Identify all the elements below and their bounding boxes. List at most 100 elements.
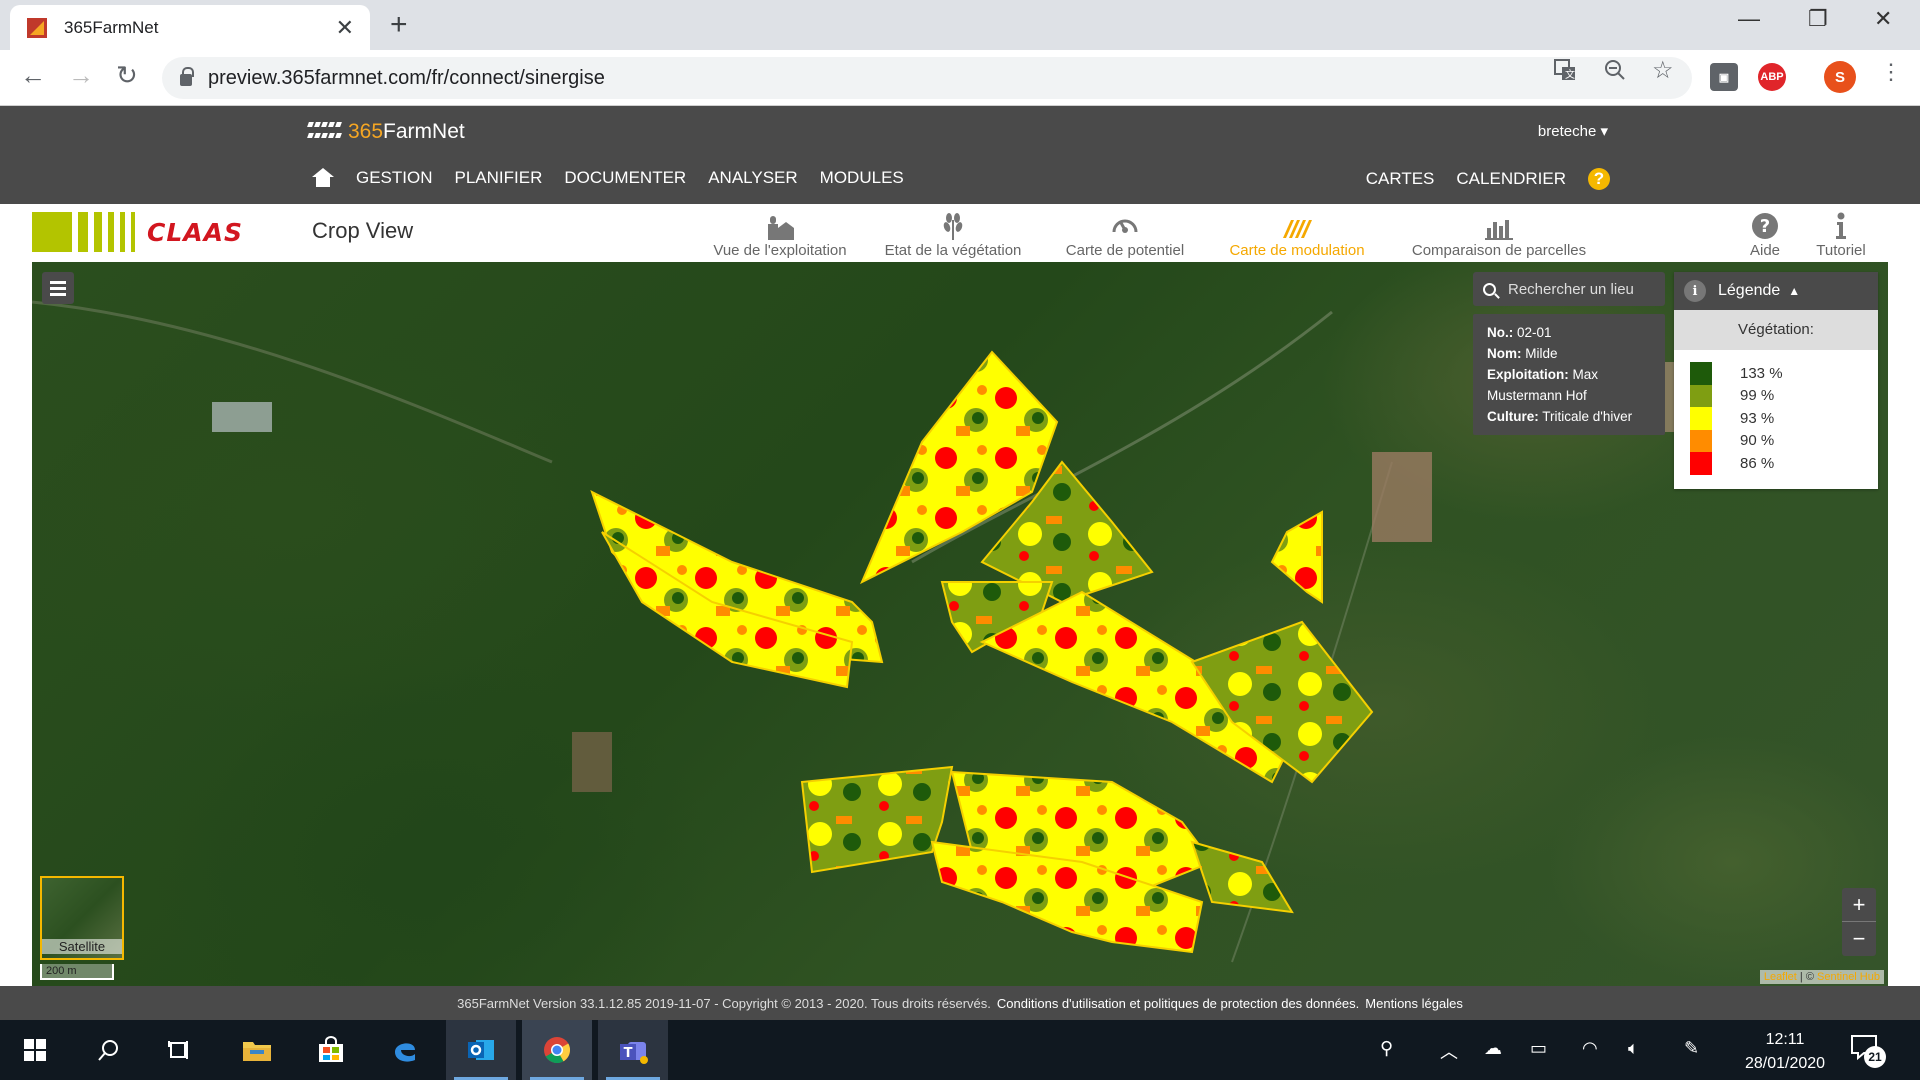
- lock-icon: [180, 67, 194, 86]
- field-info-popup: No.: 02-01 Nom: Milde Exploitation: Max …: [1473, 314, 1665, 435]
- nav-analyser[interactable]: ANALYSER: [708, 168, 797, 188]
- legend-swatch: [1690, 407, 1712, 430]
- nav-documenter[interactable]: DOCUMENTER: [564, 168, 686, 188]
- windows-start-icon[interactable]: [0, 1020, 70, 1080]
- adblock-icon[interactable]: ABP: [1758, 63, 1786, 91]
- tool-carte-potentiel[interactable]: Carte de potentiel: [1060, 210, 1190, 259]
- map-attribution: Leaflet | © Sentinel Hub: [1759, 970, 1884, 984]
- legend-panel: i Légende ▲ Végétation: 133 % 99 % 93 % …: [1674, 272, 1878, 489]
- nav-modules[interactable]: MODULES: [820, 168, 904, 188]
- nav-planifier[interactable]: PLANIFIER: [455, 168, 543, 188]
- layers-menu-icon[interactable]: [42, 272, 74, 304]
- cropview-toolbar: CLAAS Crop View Vue de l'exploitation Et…: [0, 204, 1920, 262]
- people-icon[interactable]: ⚲: [1380, 1038, 1393, 1059]
- notification-center-icon[interactable]: 21: [1850, 1034, 1886, 1068]
- legend-swatch: [1690, 362, 1712, 385]
- taskbar-clock[interactable]: 12:11 28/01/2020: [1730, 1028, 1840, 1076]
- sentinel-link[interactable]: Sentinel Hub: [1817, 971, 1880, 983]
- mentions-link[interactable]: Mentions légales: [1365, 996, 1463, 1011]
- page-title: Crop View: [312, 218, 414, 243]
- right-nav: CARTES CALENDRIER ?: [1366, 168, 1610, 190]
- minimize-icon[interactable]: —: [1738, 6, 1760, 32]
- info-icon: [1810, 210, 1872, 240]
- legend-swatch: [1690, 452, 1712, 475]
- new-tab-icon[interactable]: +: [390, 8, 408, 42]
- tray-chevron-icon[interactable]: ︿: [1440, 1038, 1458, 1064]
- notification-count: 21: [1864, 1046, 1886, 1068]
- leaflet-link[interactable]: Leaflet: [1764, 971, 1797, 983]
- tool-comparaison-parcelles[interactable]: Comparaison de parcelles: [1404, 210, 1594, 259]
- bookmark-star-icon[interactable]: ☆: [1652, 56, 1674, 85]
- chevron-up-icon: ▲: [1788, 284, 1801, 298]
- search-taskbar-icon[interactable]: [74, 1020, 144, 1080]
- file-explorer-icon[interactable]: [222, 1020, 292, 1080]
- chrome-icon[interactable]: [522, 1020, 592, 1080]
- aide-button[interactable]: ? Aide: [1740, 210, 1790, 259]
- tab-close-icon[interactable]: ✕: [336, 15, 354, 41]
- place-search-input[interactable]: [1508, 280, 1658, 298]
- restore-icon[interactable]: ❐: [1808, 6, 1828, 32]
- farmnet-logo[interactable]: 365 FarmNet: [307, 120, 465, 144]
- nav-calendrier[interactable]: CALENDRIER: [1456, 169, 1566, 189]
- help-icon[interactable]: ?: [1588, 168, 1610, 190]
- teams-icon[interactable]: T: [598, 1020, 668, 1080]
- nav-cartes[interactable]: CARTES: [1366, 169, 1435, 189]
- volume-icon[interactable]: 🔈︎: [1628, 1038, 1639, 1059]
- store-icon[interactable]: [296, 1020, 366, 1080]
- bar-chart-icon: [1404, 210, 1594, 240]
- onedrive-icon[interactable]: ☁: [1484, 1038, 1502, 1059]
- reload-icon[interactable]: ↻: [116, 60, 138, 91]
- home-icon[interactable]: [312, 168, 334, 188]
- address-bar[interactable]: preview.365farmnet.com/fr/connect/sinerg…: [162, 57, 1692, 99]
- pen-icon[interactable]: ✎: [1684, 1038, 1699, 1059]
- menu-kebab-icon[interactable]: ⋮: [1880, 59, 1902, 85]
- farmnet-favicon-icon: [26, 17, 48, 39]
- info-circle-icon: i: [1684, 280, 1706, 302]
- user-menu[interactable]: bretechе ▾: [1538, 122, 1608, 140]
- tool-vue-exploitation[interactable]: Vue de l'exploitation: [700, 210, 860, 259]
- tool-carte-modulation[interactable]: Carte de modulation: [1222, 210, 1372, 259]
- zoom-in-button[interactable]: +: [1842, 888, 1876, 922]
- profile-avatar[interactable]: S: [1824, 61, 1856, 93]
- field-name: Milde: [1525, 346, 1558, 361]
- browser-tab[interactable]: 365FarmNet ✕: [10, 5, 370, 50]
- browser-tab-strip: 365FarmNet ✕ + — ❐ ✕: [0, 0, 1920, 50]
- tab-title: 365FarmNet: [64, 17, 159, 37]
- conditions-link[interactable]: Conditions d'utilisation et politiques d…: [997, 996, 1359, 1011]
- legend-toggle[interactable]: i Légende ▲: [1674, 272, 1878, 310]
- back-icon[interactable]: ←: [20, 60, 46, 91]
- wifi-icon[interactable]: ◠: [1582, 1038, 1598, 1059]
- main-nav: GESTION PLANIFIER DOCUMENTER ANALYSER MO…: [312, 168, 904, 188]
- extension-icon[interactable]: ▣: [1710, 63, 1738, 91]
- translate-icon[interactable]: 文: [1554, 59, 1576, 87]
- legend-item: 99 %: [1690, 384, 1862, 407]
- forward-icon[interactable]: →: [68, 60, 94, 91]
- wheat-icon: [878, 210, 1028, 240]
- satellite-map[interactable]: No.: 02-01 Nom: Milde Exploitation: Max …: [32, 262, 1888, 986]
- legend-item: 86 %: [1690, 452, 1862, 475]
- nav-gestion[interactable]: GESTION: [356, 168, 433, 188]
- zoom-out-button[interactable]: −: [1842, 922, 1876, 956]
- field-crop: Triticale d'hiver: [1542, 409, 1633, 424]
- svg-text:?: ?: [1760, 216, 1770, 237]
- legend-subtitle: Végétation:: [1674, 310, 1878, 350]
- place-search[interactable]: [1473, 272, 1665, 306]
- clock-date: 28/01/2020: [1744, 1055, 1826, 1072]
- basemap-switcher[interactable]: Satellite: [40, 876, 124, 960]
- tutoriel-button[interactable]: Tutoriel: [1810, 210, 1872, 259]
- claas-stripes-icon: [32, 212, 135, 252]
- zoom-icon[interactable]: [1604, 59, 1626, 87]
- task-view-icon[interactable]: [144, 1020, 214, 1080]
- farmnet-logo-icon: [307, 122, 344, 142]
- tool-etat-vegetation[interactable]: Etat de la végétation: [878, 210, 1028, 259]
- outlook-icon[interactable]: [446, 1020, 516, 1080]
- version-text: 365FarmNet Version 33.1.12.85 2019-11-07…: [457, 995, 991, 1011]
- battery-icon[interactable]: ▭: [1530, 1038, 1547, 1059]
- modulation-icon: [1222, 210, 1372, 240]
- edge-icon[interactable]: [370, 1020, 440, 1080]
- windows-taskbar: T ⚲ ︿ ☁ ▭ ◠ 🔈︎ ✎ 12:11 28/01/2020 21: [0, 1020, 1920, 1080]
- claas-logo: CLAAS: [32, 212, 243, 252]
- url-text: preview.365farmnet.com/fr/connect/sinerg…: [208, 66, 605, 89]
- app-header: 365 FarmNet bretechе ▾ GESTION PLANIFIER …: [0, 106, 1920, 204]
- window-close-icon[interactable]: ✕: [1874, 6, 1892, 32]
